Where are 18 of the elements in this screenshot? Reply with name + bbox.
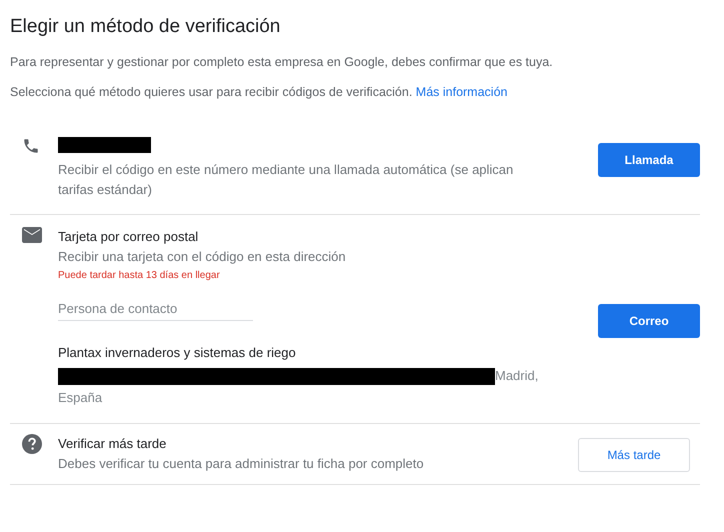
method-title: Tarjeta por correo postal xyxy=(58,228,200,246)
method-description: Recibir el código en este número mediante una llamada automática (se aplican tarifas estándar) xyxy=(58,161,514,199)
phone-icon xyxy=(22,137,40,155)
more-info-link[interactable]: Más información xyxy=(416,85,508,99)
later-button[interactable]: Más tarde xyxy=(578,438,690,472)
phone-button[interactable]: Llamada xyxy=(598,143,700,177)
instruction-text: Selecciona qué método quieres usar para recibir códigos de verificación. Más información xyxy=(10,85,508,99)
envelope-icon xyxy=(22,227,42,243)
address-text: Madrid, España xyxy=(58,368,538,405)
delivery-warning: Puede tardar hasta 13 días en llegar xyxy=(58,269,221,283)
intro-text: Para representar y gestionar por completo esta empresa en Google, debes confirmar que es tuya. xyxy=(10,55,554,69)
method-title: Verificar más tarde xyxy=(58,435,168,453)
business-name: Plantax invernaderos y sistemas de riego xyxy=(58,344,297,362)
page-title: Elegir un método de verificación xyxy=(10,16,282,38)
help-icon xyxy=(22,434,42,454)
method-description: Recibir una tarjeta con el código en esta dirección xyxy=(58,248,347,266)
mail-button[interactable]: Correo xyxy=(598,304,700,338)
method-description: Debes verificar tu cuenta para administrar tu ficha por completo xyxy=(58,455,425,473)
